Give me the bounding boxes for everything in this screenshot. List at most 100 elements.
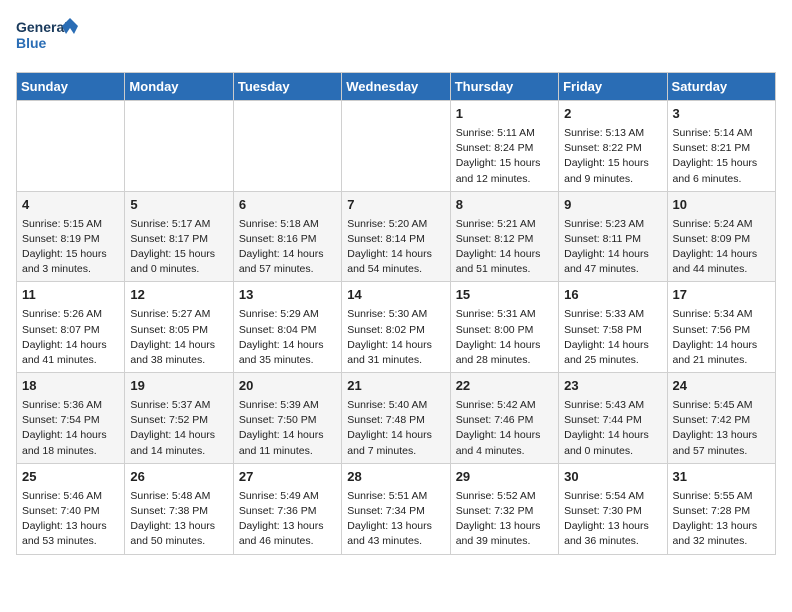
day-number: 16 — [564, 286, 661, 305]
calendar-cell: 7Sunrise: 5:20 AMSunset: 8:14 PMDaylight… — [342, 191, 450, 282]
calendar-cell: 2Sunrise: 5:13 AMSunset: 8:22 PMDaylight… — [559, 101, 667, 192]
calendar-cell: 31Sunrise: 5:55 AMSunset: 7:28 PMDayligh… — [667, 463, 775, 554]
day-info: Daylight: 13 hours and 32 minutes. — [673, 519, 770, 549]
day-number: 5 — [130, 196, 227, 215]
calendar-cell: 1Sunrise: 5:11 AMSunset: 8:24 PMDaylight… — [450, 101, 558, 192]
day-number: 10 — [673, 196, 770, 215]
day-info: Sunrise: 5:49 AM — [239, 489, 336, 504]
calendar-cell: 22Sunrise: 5:42 AMSunset: 7:46 PMDayligh… — [450, 373, 558, 464]
day-info: Sunset: 7:46 PM — [456, 413, 553, 428]
day-info: Daylight: 14 hours and 35 minutes. — [239, 338, 336, 368]
day-info: Daylight: 14 hours and 51 minutes. — [456, 247, 553, 277]
day-header-monday: Monday — [125, 73, 233, 101]
day-info: Daylight: 14 hours and 0 minutes. — [564, 428, 661, 458]
calendar-cell: 27Sunrise: 5:49 AMSunset: 7:36 PMDayligh… — [233, 463, 341, 554]
calendar-cell: 18Sunrise: 5:36 AMSunset: 7:54 PMDayligh… — [17, 373, 125, 464]
day-info: Sunrise: 5:14 AM — [673, 126, 770, 141]
week-row-3: 11Sunrise: 5:26 AMSunset: 8:07 PMDayligh… — [17, 282, 776, 373]
calendar-cell: 16Sunrise: 5:33 AMSunset: 7:58 PMDayligh… — [559, 282, 667, 373]
day-info: Daylight: 15 hours and 12 minutes. — [456, 156, 553, 186]
day-info: Sunrise: 5:17 AM — [130, 217, 227, 232]
day-info: Daylight: 14 hours and 47 minutes. — [564, 247, 661, 277]
day-info: Sunrise: 5:46 AM — [22, 489, 119, 504]
day-info: Sunset: 7:44 PM — [564, 413, 661, 428]
day-info: Daylight: 14 hours and 14 minutes. — [130, 428, 227, 458]
day-info: Daylight: 14 hours and 4 minutes. — [456, 428, 553, 458]
logo: General Blue — [16, 16, 86, 60]
day-info: Sunset: 8:00 PM — [456, 323, 553, 338]
calendar-cell: 8Sunrise: 5:21 AMSunset: 8:12 PMDaylight… — [450, 191, 558, 282]
calendar-cell — [233, 101, 341, 192]
day-number: 6 — [239, 196, 336, 215]
day-info: Daylight: 14 hours and 44 minutes. — [673, 247, 770, 277]
calendar-cell: 11Sunrise: 5:26 AMSunset: 8:07 PMDayligh… — [17, 282, 125, 373]
calendar-cell: 5Sunrise: 5:17 AMSunset: 8:17 PMDaylight… — [125, 191, 233, 282]
day-info: Sunrise: 5:31 AM — [456, 307, 553, 322]
calendar-cell: 26Sunrise: 5:48 AMSunset: 7:38 PMDayligh… — [125, 463, 233, 554]
day-info: Daylight: 15 hours and 3 minutes. — [22, 247, 119, 277]
day-number: 19 — [130, 377, 227, 396]
day-number: 2 — [564, 105, 661, 124]
day-number: 15 — [456, 286, 553, 305]
calendar-cell: 19Sunrise: 5:37 AMSunset: 7:52 PMDayligh… — [125, 373, 233, 464]
day-info: Daylight: 14 hours and 57 minutes. — [239, 247, 336, 277]
day-info: Sunset: 7:56 PM — [673, 323, 770, 338]
day-info: Sunrise: 5:36 AM — [22, 398, 119, 413]
day-info: Sunset: 7:54 PM — [22, 413, 119, 428]
day-info: Sunrise: 5:48 AM — [130, 489, 227, 504]
day-info: Daylight: 14 hours and 31 minutes. — [347, 338, 444, 368]
day-number: 26 — [130, 468, 227, 487]
calendar-cell: 17Sunrise: 5:34 AMSunset: 7:56 PMDayligh… — [667, 282, 775, 373]
day-info: Sunset: 8:05 PM — [130, 323, 227, 338]
svg-text:Blue: Blue — [16, 35, 47, 51]
day-header-row: SundayMondayTuesdayWednesdayThursdayFrid… — [17, 73, 776, 101]
week-row-5: 25Sunrise: 5:46 AMSunset: 7:40 PMDayligh… — [17, 463, 776, 554]
day-info: Daylight: 13 hours and 43 minutes. — [347, 519, 444, 549]
calendar-cell: 15Sunrise: 5:31 AMSunset: 8:00 PMDayligh… — [450, 282, 558, 373]
day-header-saturday: Saturday — [667, 73, 775, 101]
day-number: 25 — [22, 468, 119, 487]
day-info: Sunrise: 5:51 AM — [347, 489, 444, 504]
day-number: 17 — [673, 286, 770, 305]
day-info: Daylight: 15 hours and 0 minutes. — [130, 247, 227, 277]
calendar-cell: 21Sunrise: 5:40 AMSunset: 7:48 PMDayligh… — [342, 373, 450, 464]
day-info: Sunrise: 5:34 AM — [673, 307, 770, 322]
day-info: Daylight: 13 hours and 50 minutes. — [130, 519, 227, 549]
day-info: Daylight: 14 hours and 25 minutes. — [564, 338, 661, 368]
calendar-cell: 10Sunrise: 5:24 AMSunset: 8:09 PMDayligh… — [667, 191, 775, 282]
calendar-cell: 6Sunrise: 5:18 AMSunset: 8:16 PMDaylight… — [233, 191, 341, 282]
day-number: 8 — [456, 196, 553, 215]
week-row-1: 1Sunrise: 5:11 AMSunset: 8:24 PMDaylight… — [17, 101, 776, 192]
calendar-cell — [17, 101, 125, 192]
day-info: Sunset: 8:07 PM — [22, 323, 119, 338]
day-info: Daylight: 15 hours and 6 minutes. — [673, 156, 770, 186]
day-info: Sunrise: 5:23 AM — [564, 217, 661, 232]
calendar-cell: 30Sunrise: 5:54 AMSunset: 7:30 PMDayligh… — [559, 463, 667, 554]
day-info: Sunset: 8:22 PM — [564, 141, 661, 156]
day-number: 3 — [673, 105, 770, 124]
day-info: Sunrise: 5:18 AM — [239, 217, 336, 232]
day-info: Sunrise: 5:20 AM — [347, 217, 444, 232]
day-info: Daylight: 14 hours and 7 minutes. — [347, 428, 444, 458]
day-info: Sunset: 8:09 PM — [673, 232, 770, 247]
day-header-thursday: Thursday — [450, 73, 558, 101]
day-number: 24 — [673, 377, 770, 396]
day-info: Daylight: 13 hours and 36 minutes. — [564, 519, 661, 549]
day-number: 30 — [564, 468, 661, 487]
day-number: 28 — [347, 468, 444, 487]
day-info: Daylight: 14 hours and 38 minutes. — [130, 338, 227, 368]
day-info: Sunrise: 5:21 AM — [456, 217, 553, 232]
day-info: Sunset: 8:24 PM — [456, 141, 553, 156]
day-info: Sunrise: 5:11 AM — [456, 126, 553, 141]
calendar-cell — [125, 101, 233, 192]
day-info: Sunrise: 5:52 AM — [456, 489, 553, 504]
day-number: 27 — [239, 468, 336, 487]
day-info: Daylight: 14 hours and 11 minutes. — [239, 428, 336, 458]
calendar-cell: 4Sunrise: 5:15 AMSunset: 8:19 PMDaylight… — [17, 191, 125, 282]
calendar-cell: 20Sunrise: 5:39 AMSunset: 7:50 PMDayligh… — [233, 373, 341, 464]
day-info: Sunset: 7:30 PM — [564, 504, 661, 519]
calendar-cell — [342, 101, 450, 192]
day-info: Daylight: 14 hours and 41 minutes. — [22, 338, 119, 368]
day-info: Sunrise: 5:15 AM — [22, 217, 119, 232]
day-info: Daylight: 13 hours and 53 minutes. — [22, 519, 119, 549]
